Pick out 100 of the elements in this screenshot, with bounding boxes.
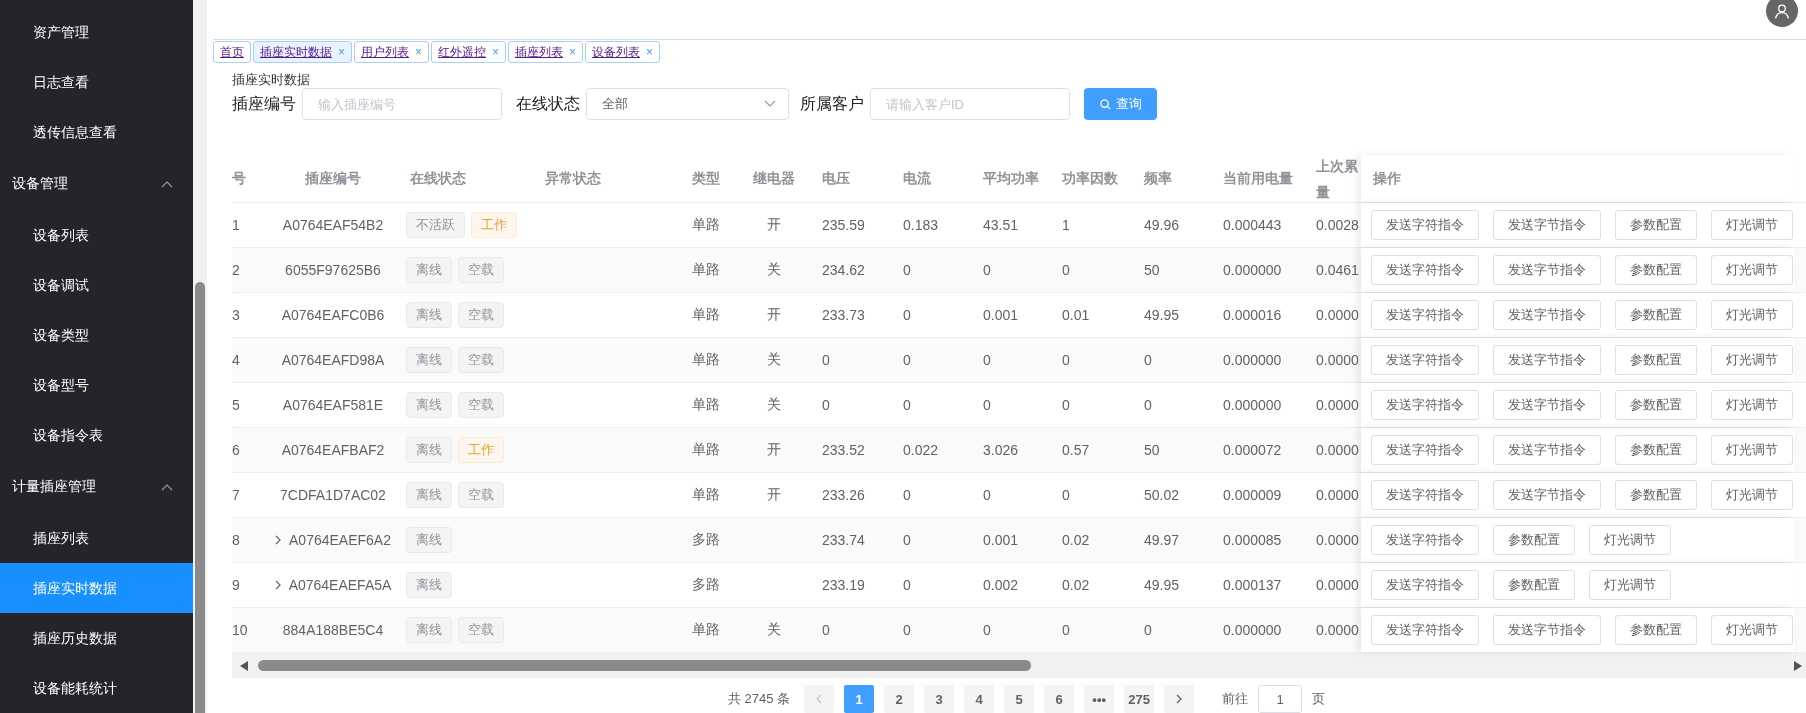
table-cell: 0.183	[903, 217, 939, 233]
table-cell: 0	[822, 352, 830, 368]
page-button[interactable]: 3	[924, 685, 955, 713]
status-tag: 不活跃	[406, 212, 465, 238]
input-field[interactable]: 请输入客户ID	[870, 88, 1070, 120]
action-button[interactable]: 发送字节指令	[1493, 435, 1601, 465]
action-button[interactable]: 发送字节指令	[1493, 480, 1601, 510]
table-cell: 0.57	[1062, 442, 1090, 458]
menu-item[interactable]: 设备能耗统计	[0, 663, 193, 713]
action-button[interactable]: 参数配置	[1615, 435, 1697, 465]
action-button[interactable]: 发送字节指令	[1493, 300, 1601, 330]
table-cell: 49.96	[1144, 217, 1180, 233]
status-tag: 工作	[458, 437, 504, 463]
menu-item[interactable]: 插座历史数据	[0, 613, 193, 663]
table-cell: 0.0000	[1316, 487, 1359, 503]
action-button[interactable]: 参数配置	[1615, 300, 1697, 330]
page-button[interactable]: 275	[1124, 685, 1155, 713]
page-button[interactable]: •••	[1084, 685, 1115, 713]
action-button[interactable]: 参数配置	[1615, 615, 1697, 645]
action-button[interactable]: 灯光调节	[1589, 525, 1671, 555]
action-button[interactable]: 灯光调节	[1589, 570, 1671, 600]
menu-item[interactable]: 设备调试	[0, 260, 193, 310]
dropdown[interactable]: 全部	[586, 88, 789, 120]
action-button[interactable]: 发送字符指令	[1371, 255, 1479, 285]
table-cell: 单路	[692, 396, 720, 414]
table-cell: 0	[1062, 262, 1070, 278]
table-cell: 单路	[692, 216, 720, 234]
table-cell: A0764EAF581E	[282, 397, 384, 413]
menu-item[interactable]: 设备列表	[0, 210, 193, 260]
action-button[interactable]: 参数配置	[1493, 525, 1575, 555]
table-cell-text: 7	[232, 486, 241, 505]
action-button[interactable]: 参数配置	[1615, 210, 1697, 240]
action-button[interactable]: 发送字符指令	[1371, 435, 1479, 465]
action-button[interactable]: 灯光调节	[1711, 390, 1793, 420]
action-button[interactable]: 灯光调节	[1711, 480, 1793, 510]
tab[interactable]: 设备列表	[592, 43, 641, 61]
menu-group[interactable]: 计量插座管理	[0, 460, 193, 513]
status-tag: 离线	[406, 617, 452, 643]
table-cell: 0	[1062, 487, 1070, 503]
menu-item[interactable]: 资产管理	[0, 7, 193, 57]
action-button[interactable]: 灯光调节	[1711, 615, 1793, 645]
action-button[interactable]: 发送字符指令	[1371, 300, 1479, 330]
action-button[interactable]: 发送字节指令	[1493, 345, 1601, 375]
tab[interactable]: 插座列表	[515, 43, 564, 61]
chevron-right-icon[interactable]	[274, 580, 281, 590]
action-button[interactable]: 参数配置	[1615, 390, 1697, 420]
action-button[interactable]: 参数配置	[1493, 570, 1575, 600]
table-cell: 0	[1062, 397, 1070, 413]
table-cell: 0.001	[983, 532, 1019, 548]
scroll-left-icon[interactable]	[240, 660, 248, 671]
action-button[interactable]: 发送字符指令	[1371, 480, 1479, 510]
action-button[interactable]: 参数配置	[1615, 345, 1697, 375]
table-cell: 0.000072	[1223, 442, 1282, 458]
action-button[interactable]: 发送字节指令	[1493, 390, 1601, 420]
action-button[interactable]: 灯光调节	[1711, 435, 1793, 465]
action-button[interactable]: 参数配置	[1615, 255, 1697, 285]
action-button[interactable]: 发送字符指令	[1371, 390, 1479, 420]
user-avatar-icon[interactable]	[1766, 0, 1798, 27]
table-cell: 0.0000	[1316, 442, 1359, 458]
menu-item[interactable]: 设备指令表	[0, 410, 193, 460]
tab[interactable]: 用户列表	[361, 43, 409, 61]
filter-label: 插座编号	[232, 93, 296, 114]
action-button[interactable]: 发送字符指令	[1371, 615, 1479, 645]
page-input[interactable]: 1	[1258, 685, 1303, 713]
table-cell: 单路	[692, 621, 720, 639]
page-button[interactable]: 2	[884, 685, 915, 713]
menu-item[interactable]: 插座列表	[0, 513, 193, 563]
action-button[interactable]: 灯光调节	[1711, 300, 1793, 330]
status-tag: 离线	[406, 482, 452, 508]
column-header: 电压	[821, 168, 851, 188]
menu-item[interactable]: 透传信息查看	[0, 107, 193, 157]
tab[interactable]: 插座实时数据	[260, 43, 332, 61]
page-button[interactable]: 6	[1044, 685, 1075, 713]
scrollbar-thumb[interactable]	[258, 660, 1031, 671]
action-button[interactable]: 发送字节指令	[1493, 210, 1601, 240]
column-header: 功率因数	[1061, 168, 1119, 188]
action-button[interactable]: 发送字节指令	[1493, 615, 1601, 645]
action-button[interactable]: 灯光调节	[1711, 255, 1793, 285]
input-field[interactable]: 输入插座编号	[302, 88, 502, 120]
scroll-right-icon[interactable]	[1794, 660, 1802, 671]
action-button[interactable]: 发送字符指令	[1371, 525, 1479, 555]
page-button[interactable]: 5	[1004, 685, 1035, 713]
status-tag: 空载	[458, 347, 504, 373]
action-button[interactable]: 灯光调节	[1711, 345, 1793, 375]
action-button[interactable]: 发送字节指令	[1493, 255, 1601, 285]
menu-item[interactable]: 设备类型	[0, 310, 193, 360]
action-button[interactable]: 参数配置	[1615, 480, 1697, 510]
tab[interactable]: 红外遥控	[438, 43, 487, 61]
action-button[interactable]: 灯光调节	[1711, 210, 1793, 240]
action-button[interactable]: 发送字符指令	[1371, 345, 1479, 375]
table-cell: 884A188BE5C4	[282, 622, 384, 638]
chevron-right-icon[interactable]	[275, 535, 281, 545]
menu-item[interactable]: 设备型号	[0, 360, 193, 410]
menu-item[interactable]: 日志查看	[0, 57, 193, 107]
action-button[interactable]: 发送字符指令	[1371, 570, 1479, 600]
action-button[interactable]: 发送字符指令	[1371, 210, 1479, 240]
scrollbar-thumb[interactable]	[195, 282, 205, 713]
menu-group[interactable]: 设备管理	[0, 157, 193, 210]
page-button[interactable]: 4	[964, 685, 995, 713]
table-cell: 234.62	[822, 262, 865, 278]
